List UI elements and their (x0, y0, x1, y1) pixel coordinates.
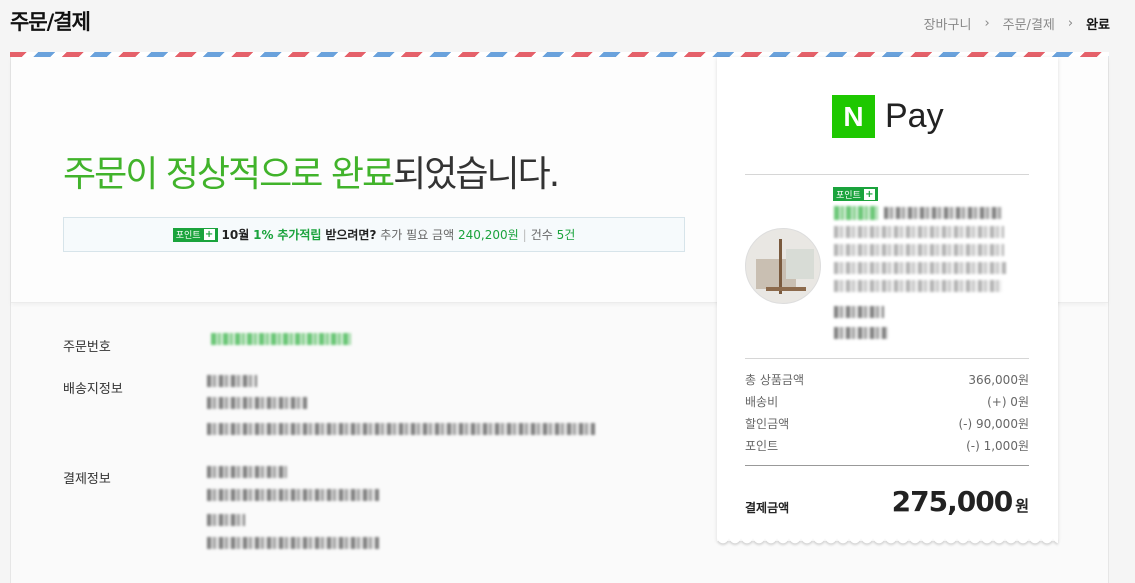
total-amount: 275,000 원 (891, 485, 1029, 518)
breadcrumb-complete: 완료 (1086, 18, 1110, 33)
headline-highlight: 주문이 정상적으로 완료 (63, 154, 395, 195)
plus-icon: + (863, 188, 875, 200)
page-title: 주문/결제 (10, 10, 91, 34)
product-desc-redacted (834, 262, 1006, 274)
product-price-redacted (834, 327, 888, 339)
notice-month: 10월 (221, 228, 250, 242)
summary-row-shipping: 배송비 (+) 0원 (745, 395, 1029, 409)
plus-icon: + (203, 229, 215, 240)
needed-amount-label: 추가 필요 금액 (380, 228, 455, 242)
payment-method-redacted (207, 466, 287, 478)
notice-action: 추가적립 (277, 228, 322, 242)
chevron-right-icon: › (984, 16, 990, 31)
receipt-divider (745, 174, 1029, 175)
naver-n-icon: N (832, 95, 875, 138)
needed-amount-value: 240,200원 (457, 228, 519, 242)
npay-logo: N Pay (832, 95, 944, 138)
breadcrumb-cart[interactable]: 장바구니 (924, 14, 972, 33)
total-label: 결제금액 (745, 501, 790, 515)
product-name-redacted[interactable] (884, 207, 1002, 219)
summary-row-subtotal: 총 상품금액 366,000원 (745, 373, 1029, 387)
product-thumbnail[interactable] (745, 228, 821, 304)
point-badge: 포인트 + (172, 227, 218, 242)
total-currency: 원 (1015, 497, 1029, 515)
shipping-address-redacted (207, 423, 595, 435)
top-bar: 주문/결제 장바구니 › 주문/결제 › 완료 (0, 0, 1135, 48)
receipt-torn-edge (717, 538, 1058, 550)
order-number-redacted (211, 333, 351, 345)
summary-row-discount: 할인금액 (-) 90,000원 (745, 417, 1029, 431)
breadcrumb-order[interactable]: 주문/결제 (1003, 14, 1055, 33)
shipping-info-label: 배송지정보 (63, 382, 123, 397)
order-number-label: 주문번호 (63, 340, 111, 355)
product-tag-redacted (834, 206, 878, 220)
completion-headline: 주문이 정상적으로 완료되었습니다. (63, 145, 560, 197)
count-label: 건수 (530, 228, 553, 242)
notice-suffix: 받으려면? (325, 228, 377, 242)
point-badge: 포인트 + (833, 187, 878, 201)
shipping-phone-redacted (207, 397, 307, 409)
product-desc-redacted (834, 244, 1004, 256)
payment-card-redacted (207, 489, 379, 501)
breadcrumb: 장바구니 › 주문/결제 › 완료 (924, 14, 1110, 33)
product-qty-redacted (834, 306, 884, 318)
summary-row-point: 포인트 (-) 1,000원 (745, 439, 1029, 453)
product-desc-redacted (834, 280, 1002, 292)
total-divider (745, 465, 1029, 466)
point-accumulation-notice[interactable]: 포인트 + 10월 1% 추가적립 받으려면? 추가 필요 금액 240,200원… (63, 217, 685, 252)
product-desc-redacted (834, 226, 1004, 238)
payment-plan-redacted (207, 514, 245, 526)
receipt-divider (745, 358, 1029, 359)
pay-wordmark: Pay (885, 97, 944, 135)
notice-rate: 1% (253, 227, 274, 242)
count-value: 5건 (556, 228, 576, 242)
npay-receipt: N Pay 포인트 + 총 상품금액 366,000원 배송비 (+) 0원 할인금액… (717, 57, 1058, 541)
shipping-name-redacted (207, 375, 257, 387)
chevron-right-icon: › (1067, 16, 1074, 31)
payment-info-label: 결제정보 (63, 472, 111, 487)
headline-rest: 되었습니다. (393, 154, 560, 195)
divider: | (522, 227, 527, 242)
payment-date-redacted (207, 537, 379, 549)
